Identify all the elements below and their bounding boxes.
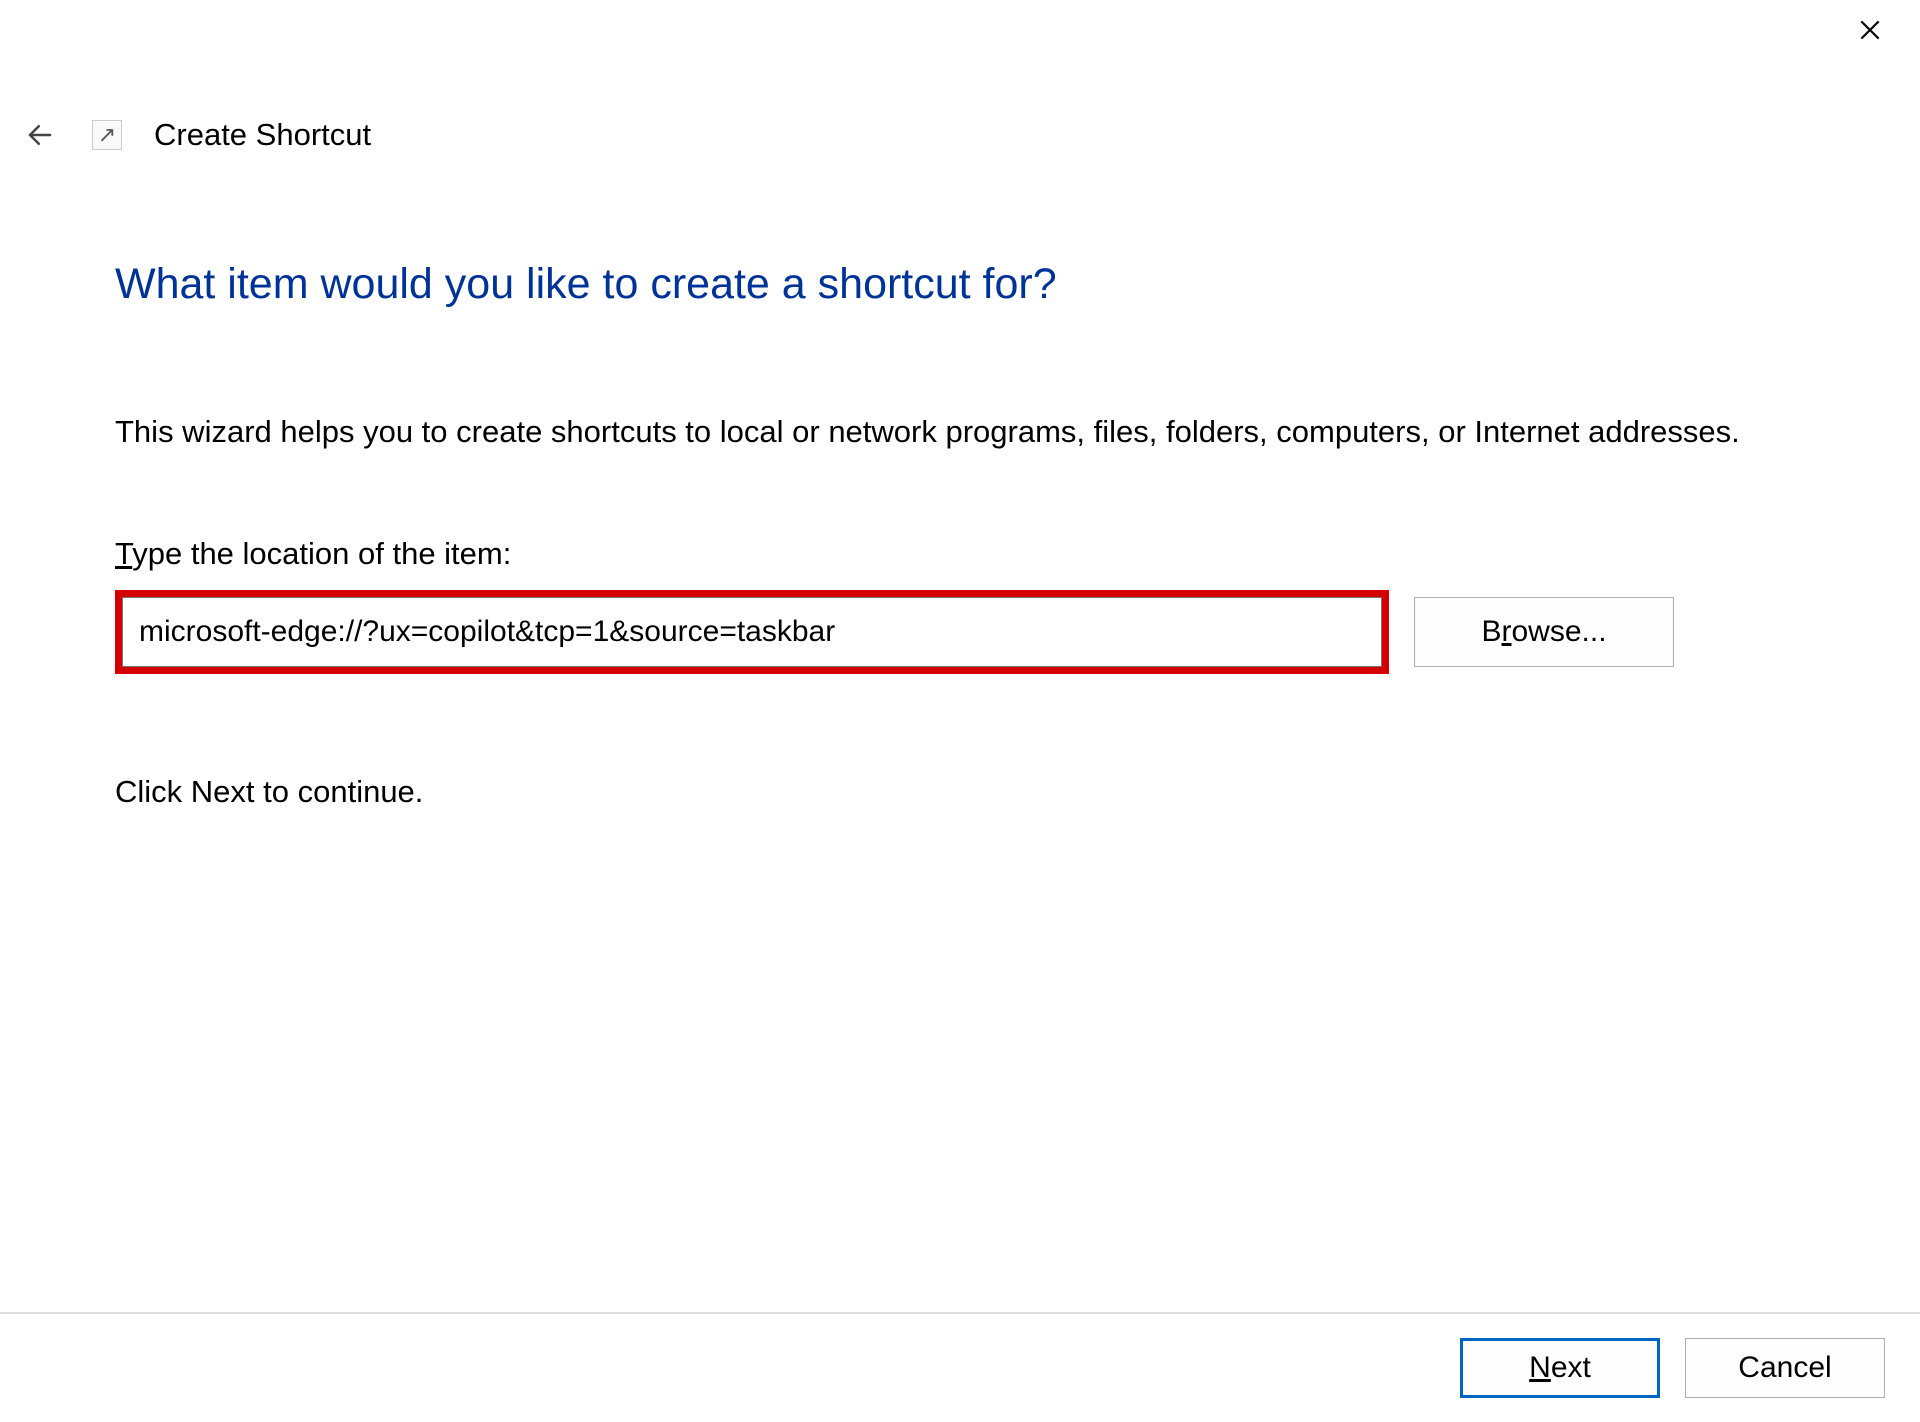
wizard-description: This wizard helps you to create shortcut… [115,409,1755,456]
main-heading: What item would you like to create a sho… [115,260,1805,309]
wizard-title: Create Shortcut [154,117,371,153]
cancel-button[interactable]: Cancel [1685,1338,1885,1398]
shortcut-icon: ↗ [92,120,122,150]
location-input-highlight [115,590,1389,674]
browse-button[interactable]: Browse... [1414,597,1674,667]
wizard-footer: Next Cancel [0,1312,1920,1422]
location-input-label: Type the location of the item: [115,536,1805,572]
continue-instruction: Click Next to continue. [115,774,1805,810]
wizard-header: ↗ Create Shortcut [20,115,371,155]
close-button[interactable] [1840,0,1900,60]
location-input[interactable] [122,597,1382,667]
arrow-left-icon [25,120,55,150]
back-button[interactable] [20,115,60,155]
close-icon [1857,17,1883,43]
next-button[interactable]: Next [1460,1338,1660,1398]
wizard-content: What item would you like to create a sho… [115,260,1805,810]
